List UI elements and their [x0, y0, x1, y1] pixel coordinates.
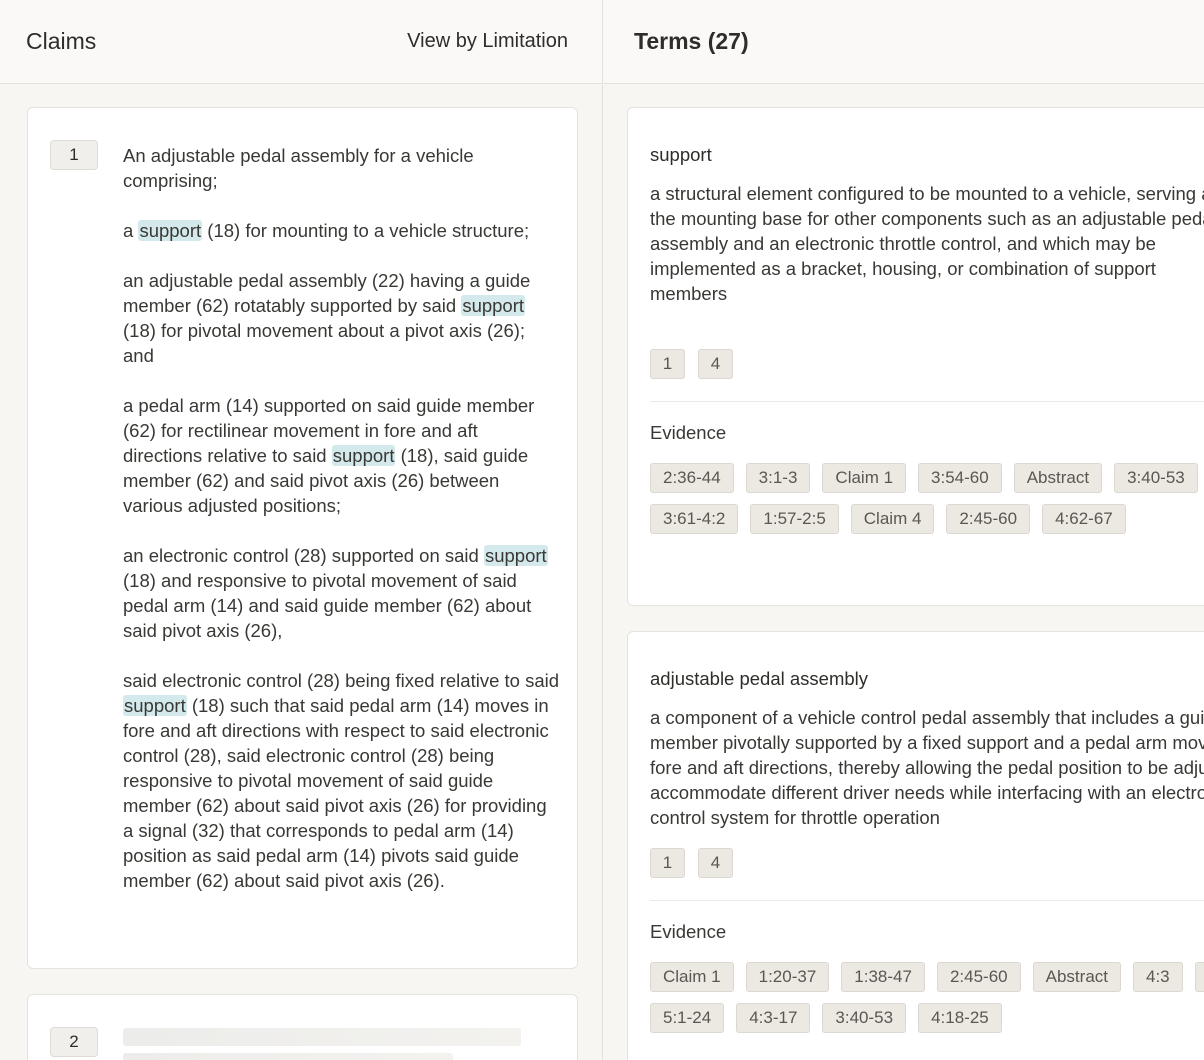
evidence-chip[interactable]: 3:40-53 — [822, 1003, 907, 1033]
claim-ref-chip[interactable]: 4 — [698, 349, 733, 379]
claim-text-segment: said electronic control (28) being fixed… — [123, 670, 560, 691]
evidence-chips: 2:36-44 3:1-3 Claim 1 3:54-60 Abstract 3:40-5… — [650, 463, 1204, 534]
evidence-chips: Claim 1 1:20-37 1:38-47 2:45-60 Abstract 4:3 1… — [650, 962, 1204, 1033]
evidence-chip[interactable]: 4:18-25 — [918, 1003, 1002, 1033]
term-definition-line: accommodate different driver needs while… — [650, 782, 1204, 803]
claim-ref-chip[interactable]: 1 — [650, 349, 685, 379]
evidence-chip[interactable]: 1:38-47 — [841, 962, 925, 992]
evidence-chip[interactable]: 5:1-24 — [650, 1003, 725, 1033]
claim-text-segment: (18) and responsive to pivotal movement … — [123, 570, 532, 641]
view-by-limitation-button[interactable]: View by Limitation — [407, 30, 568, 53]
claims-header: Claims View by Limitation — [0, 0, 602, 84]
term-definition-line: a component of a vehicle control pedal a… — [650, 707, 1204, 728]
divider — [650, 900, 1204, 901]
terms-title: Terms (27) — [634, 28, 749, 54]
evidence-chip[interactable]: 2:36-44 — [650, 463, 734, 493]
evidence-chip[interactable]: 3:61-4:2 — [650, 504, 739, 534]
claim-paragraph: a pedal arm (14) supported on said guide… — [123, 393, 561, 518]
claim-text-segment: an electronic control (28) supported on … — [123, 545, 484, 566]
term-card[interactable]: adjustable pedal assembly a component of… — [627, 631, 1204, 1060]
evidence-chip[interactable]: 2:45-60 — [946, 504, 1031, 534]
term-definition: a structural element configured to be mo… — [650, 183, 1204, 304]
claim-ref-chip[interactable]: 4 — [698, 848, 733, 878]
claim-text-segment: (18) for pivotal movement about a pivot … — [123, 320, 526, 366]
term-definition-line: member pivotally supported by a fixed su… — [650, 732, 1204, 753]
evidence-chip[interactable]: 3:40-53 — [1114, 463, 1198, 493]
terms-header: Terms (27) — [604, 0, 1204, 84]
divider — [650, 401, 1204, 402]
evidence-chip[interactable]: 3:54-60 — [918, 463, 1002, 493]
claim-paragraph: a support (18) for mounting to a vehicle… — [123, 218, 561, 243]
claim-card[interactable]: 1 An adjustable pedal assembly for a veh… — [27, 107, 578, 969]
claim-text-segment: a — [123, 220, 139, 241]
claim-paragraph: an adjustable pedal assembly (22) having… — [123, 268, 561, 368]
loading-placeholder — [123, 1028, 521, 1046]
terms-panel: Terms (27) support a structural element … — [604, 0, 1204, 1060]
evidence-chip[interactable]: Abstract — [1032, 962, 1121, 992]
claim-paragraph: said electronic control (28) being fixed… — [123, 668, 561, 893]
evidence-chip[interactable]: 4:3 — [1133, 962, 1183, 992]
app-window: Claims View by Limitation 1 An adjustabl… — [0, 0, 1204, 1060]
loading-placeholder — [123, 1053, 453, 1060]
evidence-chip[interactable]: 1:57-2:5 — [750, 504, 839, 534]
evidence-chip[interactable]: Claim 1 — [822, 463, 907, 493]
term-name: support — [650, 144, 712, 165]
evidence-chip[interactable]: Abstract — [1013, 463, 1103, 493]
claim-number-badge: 2 — [50, 1027, 98, 1057]
term-claim-refs: 1 4 — [650, 848, 733, 878]
evidence-chip[interactable]: Claim 4 — [850, 504, 935, 534]
claim-number-badge: 1 — [50, 140, 98, 170]
highlighted-term[interactable]: support — [123, 695, 187, 716]
highlighted-term[interactable]: support — [138, 220, 203, 241]
term-name: adjustable pedal assembly — [650, 668, 869, 689]
evidence-chip[interactable]: 2:45-60 — [936, 962, 1021, 992]
highlighted-term[interactable]: support — [461, 295, 526, 316]
evidence-label: Evidence — [650, 921, 727, 942]
highlighted-term[interactable]: support — [331, 445, 396, 466]
evidence-chip[interactable]: 4:3-17 — [736, 1003, 811, 1033]
term-definition-line: fore and aft directions, thereby allowin… — [650, 757, 1204, 778]
claim-ref-chip[interactable]: 1 — [650, 848, 685, 878]
highlighted-term[interactable]: support — [483, 545, 548, 566]
claim-paragraph: an electronic control (28) supported on … — [123, 543, 561, 643]
claim-card[interactable]: 2 — [27, 994, 578, 1060]
claims-panel: Claims View by Limitation 1 An adjustabl… — [0, 0, 603, 1060]
evidence-chip[interactable]: 1:57-2:5 — [1194, 962, 1204, 992]
term-claim-refs: 1 4 — [650, 349, 733, 379]
evidence-chip[interactable]: 4:62-67 — [1042, 504, 1126, 534]
claim-text-segment: (18) for mounting to a vehicle structure… — [202, 220, 530, 241]
evidence-chip[interactable]: 1:20-37 — [745, 962, 830, 992]
claim-text-segment: An adjustable pedal assembly for a vehic… — [123, 145, 474, 191]
claims-title: Claims — [26, 28, 97, 54]
term-definition: a component of a vehicle control pedal a… — [650, 705, 1204, 830]
term-card[interactable]: support a structural element configured … — [627, 107, 1204, 606]
evidence-chip[interactable]: 3:1-3 — [745, 463, 811, 493]
evidence-label: Evidence — [650, 422, 727, 443]
claim-text-segment: (18) such that said pedal arm (14) moves… — [123, 695, 549, 891]
term-definition-line: control system for throttle operation — [650, 807, 940, 828]
claim-paragraph: An adjustable pedal assembly for a vehic… — [123, 143, 561, 193]
claim-text: An adjustable pedal assembly for a vehic… — [123, 143, 561, 935]
evidence-chip[interactable]: Claim 1 — [650, 962, 734, 992]
